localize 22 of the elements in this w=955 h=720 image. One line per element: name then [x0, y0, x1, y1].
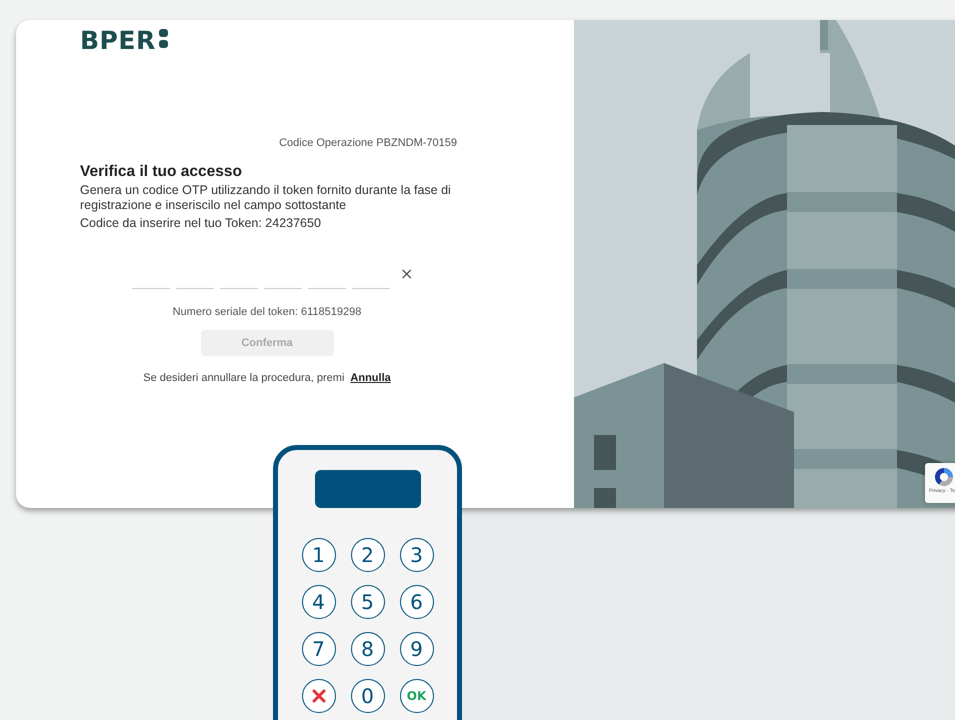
- clear-button[interactable]: ×: [396, 264, 414, 289]
- digit-key: 1: [302, 538, 336, 572]
- digit-key: 5: [350, 585, 384, 619]
- digit-key: 3: [400, 538, 434, 572]
- cross-icon: [312, 689, 326, 703]
- token-code-text: Codice da inserire nel tuo Token: 24237650: [80, 216, 322, 230]
- ok-key: OK: [400, 679, 434, 713]
- digit-key: 7: [302, 632, 336, 666]
- cancel-link[interactable]: Annulla: [350, 372, 391, 384]
- logo-text: BPER: [80, 26, 156, 55]
- heading: Verifica il tuo accesso: [80, 163, 243, 181]
- digit-key: 6: [400, 585, 434, 619]
- digit-key: 4: [302, 585, 336, 619]
- digit-key: 9: [400, 632, 434, 666]
- operation-code: Codice Operazione PBZNDM-70159: [279, 137, 458, 149]
- digit-key: 8: [350, 632, 384, 666]
- recaptcha-icon: [933, 466, 955, 488]
- serial-number: Numero seriale del token: 6118519298: [172, 306, 362, 318]
- digit-key: 2: [350, 538, 384, 572]
- description: Genera un codice OTP utilizzando il token fornito durante la fase di registrazione e inseriscilo nel campo sottostante: [80, 183, 452, 213]
- cancel-text: Se desideri annullare la procedura, premi: [143, 372, 344, 384]
- digit-key: 0: [350, 679, 384, 713]
